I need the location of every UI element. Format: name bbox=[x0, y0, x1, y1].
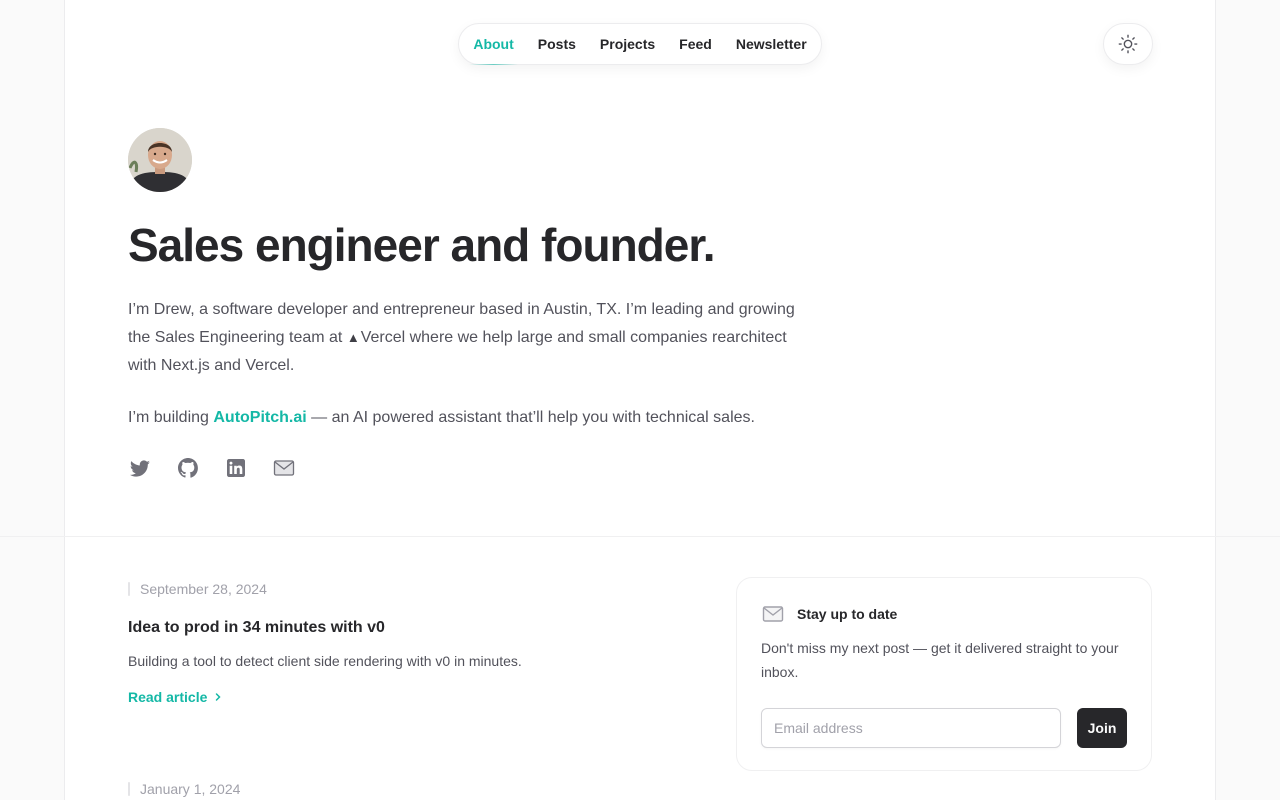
linkedin-icon[interactable] bbox=[224, 456, 248, 480]
read-article-link[interactable]: Read article bbox=[128, 689, 688, 705]
article-title[interactable]: Idea to prod in 34 minutes with v0 bbox=[128, 619, 688, 637]
article-date-text: September 28, 2024 bbox=[140, 581, 267, 597]
nav-posts[interactable]: Posts bbox=[526, 24, 588, 64]
bio: I’m Drew, a software developer and entre… bbox=[128, 296, 808, 456]
autopitch-link[interactable]: AutoPitch.ai bbox=[213, 409, 306, 426]
nav-projects[interactable]: Projects bbox=[588, 24, 667, 64]
read-article-label: Read article bbox=[128, 689, 208, 705]
date-bar bbox=[128, 782, 130, 796]
article-date-text: January 1, 2024 bbox=[140, 781, 241, 797]
theme-toggle-button[interactable] bbox=[1103, 23, 1153, 65]
newsletter-description: Don't miss my next post — get it deliver… bbox=[761, 640, 1119, 680]
newsletter-form: Stay up to date Don't miss my next post … bbox=[736, 577, 1152, 771]
bio-paragraph-2: I’m building AutoPitch.ai — an AI powere… bbox=[128, 404, 808, 432]
bio-text: I’m building bbox=[128, 409, 214, 426]
mail-icon[interactable] bbox=[272, 456, 296, 480]
article-summary: Building a tool to detect client side re… bbox=[128, 653, 522, 669]
article-card: September 28, 2024 Idea to prod in 34 mi… bbox=[128, 581, 688, 705]
social-links bbox=[128, 456, 296, 480]
newsletter-title: Stay up to date bbox=[797, 606, 898, 622]
article-date: September 28, 2024 bbox=[128, 581, 688, 597]
page-title: Sales engineer and founder. bbox=[128, 219, 715, 271]
github-icon[interactable] bbox=[176, 456, 200, 480]
chevron-right-icon bbox=[216, 693, 221, 701]
newsletter-controls: Join bbox=[761, 708, 1127, 748]
article-date: January 1, 2024 bbox=[128, 781, 688, 797]
date-bar bbox=[128, 582, 130, 596]
mail-icon bbox=[762, 606, 784, 622]
nav-about[interactable]: About bbox=[461, 24, 525, 65]
bio-paragraph-1: I’m Drew, a software developer and entre… bbox=[128, 296, 808, 380]
avatar bbox=[128, 128, 192, 192]
vercel-logo-icon: ▲ bbox=[346, 330, 360, 345]
twitter-icon[interactable] bbox=[128, 456, 152, 480]
section-divider bbox=[0, 536, 1280, 537]
bio-text: — an AI powered assistant that’ll help y… bbox=[306, 409, 755, 426]
article-card: January 1, 2024 bbox=[128, 781, 688, 797]
main-nav: About Posts Projects Feed Newsletter bbox=[458, 23, 822, 65]
email-input[interactable] bbox=[761, 708, 1061, 748]
avatar-portrait bbox=[128, 128, 192, 192]
newsletter-header: Stay up to date bbox=[761, 602, 1127, 626]
nav-feed[interactable]: Feed bbox=[667, 24, 724, 64]
nav-newsletter[interactable]: Newsletter bbox=[724, 24, 819, 64]
sun-icon bbox=[1118, 34, 1138, 54]
join-button[interactable]: Join bbox=[1077, 708, 1127, 748]
